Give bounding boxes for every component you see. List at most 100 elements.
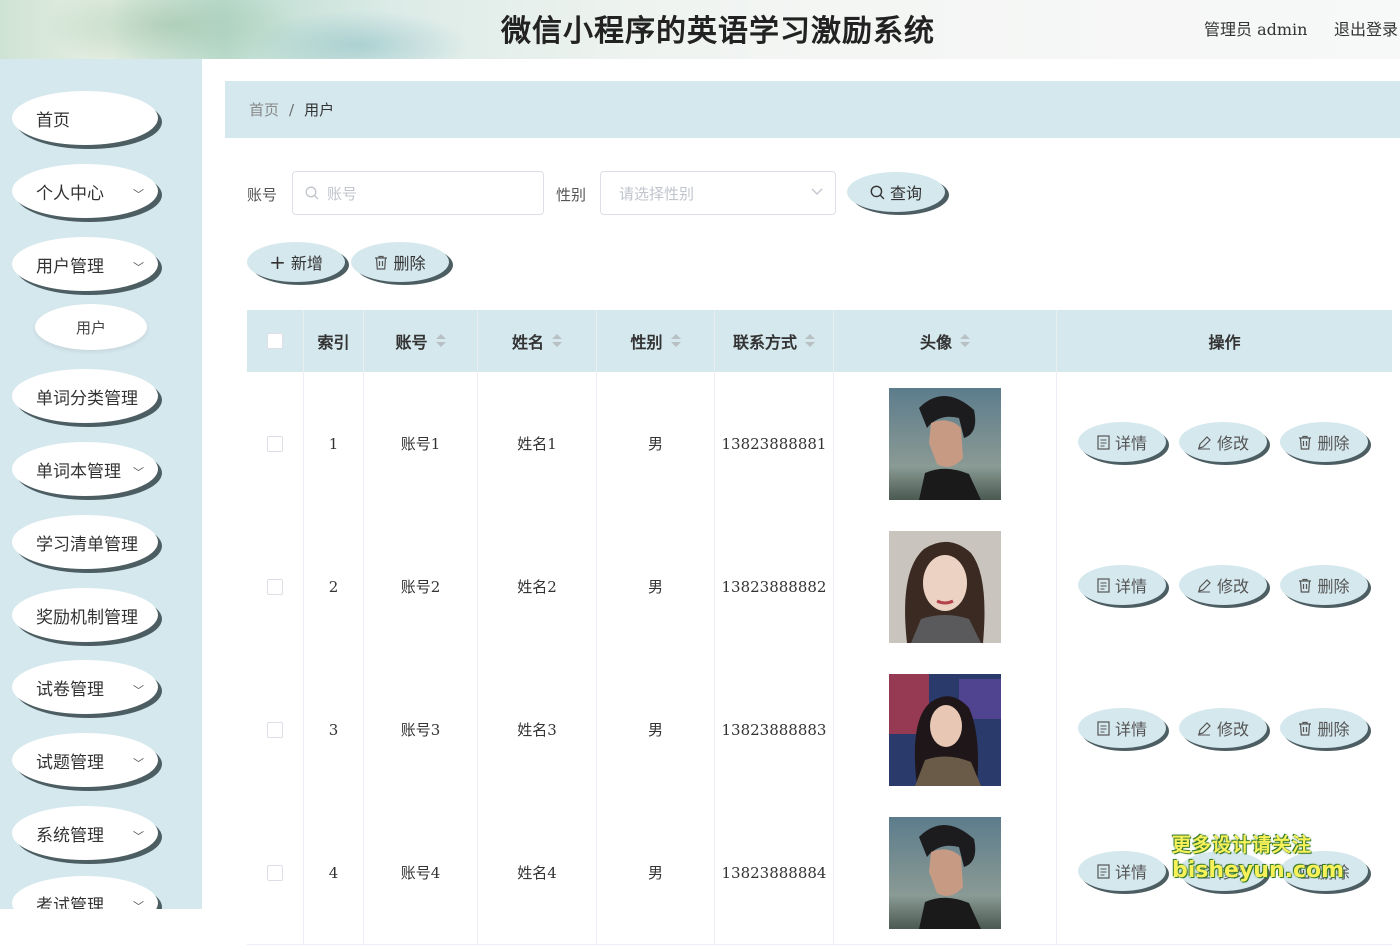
breadcrumb-home[interactable]: 首页 (249, 99, 279, 120)
search-icon (870, 185, 885, 199)
female-avatar[interactable] (889, 530, 1001, 643)
cell-avatar (834, 515, 1057, 658)
page-title: 微信小程序的英语学习激励系统 (501, 14, 935, 49)
add-button[interactable]: + 新增 (247, 242, 345, 282)
detail-button[interactable]: 详情 (1078, 708, 1166, 748)
query-button[interactable]: 查询 (847, 172, 945, 212)
breadcrumb-separator: / (289, 100, 295, 119)
sort-icon[interactable] (805, 334, 815, 348)
delete-button-label: 删除 (1317, 720, 1350, 739)
header-phone[interactable]: 联系方式 (715, 310, 834, 372)
row-checkbox[interactable] (267, 721, 283, 738)
sidebar-subitem-label: 用户 (75, 318, 106, 337)
row-checkbox[interactable] (267, 435, 283, 452)
sidebar-item-paper[interactable]: 试卷管理 ﹀ (12, 660, 158, 714)
chevron-down-icon: ﹀ (133, 900, 144, 909)
trash-icon (375, 255, 388, 270)
trash-icon (1299, 435, 1312, 450)
sidebar-item-exam[interactable]: 考试管理 ﹀ (12, 876, 158, 909)
gender-select-placeholder: 请选择性别 (619, 184, 695, 203)
header-index: 索引 (304, 310, 364, 372)
detail-button-label: 详情 (1114, 863, 1147, 882)
sidebar-subitem-user[interactable]: 用户 (35, 304, 147, 350)
detail-button[interactable]: 详情 (1078, 851, 1166, 891)
male-avatar[interactable] (889, 387, 1001, 500)
delete-button-label: 删除 (1317, 577, 1350, 596)
document-icon (1097, 720, 1110, 736)
document-icon (1097, 577, 1110, 593)
breadcrumb-current: 用户 (304, 101, 335, 119)
cell-operation: 详情 修改 删除 (1057, 515, 1392, 658)
cell-account: 账号2 (364, 515, 478, 658)
account-input[interactable]: 账号 (292, 171, 544, 215)
male-avatar[interactable] (889, 816, 1001, 929)
detail-button-label: 详情 (1114, 577, 1147, 596)
sort-icon[interactable] (960, 334, 970, 348)
sidebar-item-word-category[interactable]: 单词分类管理 (12, 369, 158, 423)
header-name[interactable]: 姓名 (478, 310, 597, 372)
cell-phone: 13823888883 (715, 658, 834, 801)
sidebar-item-user-management[interactable]: 用户管理 ﹀ (12, 237, 158, 291)
cell-gender: 男 (597, 372, 715, 515)
sidebar-item-wordbook[interactable]: 单词本管理 ﹀ (12, 442, 158, 496)
header-avatar[interactable]: 头像 (834, 310, 1057, 372)
sidebar-item-system[interactable]: 系统管理 ﹀ (12, 806, 158, 860)
table-row: 2 账号2 姓名2 男 13823888882 详情 修改 删除 (247, 515, 1392, 659)
edit-button[interactable]: 修改 (1179, 708, 1267, 748)
table-header: 索引 账号 姓名 性别 联系方式 头像 操作 (247, 310, 1392, 372)
cell-gender: 男 (597, 801, 715, 944)
cell-account: 账号1 (364, 372, 478, 515)
edit-button-label: 修改 (1216, 434, 1249, 453)
header-name-label: 姓名 (511, 333, 544, 352)
cell-phone: 13823888881 (715, 372, 834, 515)
edit-button[interactable]: 修改 (1179, 422, 1267, 462)
detail-button[interactable]: 详情 (1078, 422, 1166, 462)
logout-link[interactable]: 退出登录 (1334, 16, 1398, 40)
cell-name: 姓名1 (478, 372, 597, 515)
sidebar-item-question[interactable]: 试题管理 ﹀ (12, 733, 158, 787)
cell-avatar (834, 801, 1057, 944)
edit-button[interactable]: 修改 (1179, 565, 1267, 605)
header-index-label: 索引 (317, 333, 350, 352)
delete-button[interactable]: 删除 (1280, 565, 1368, 605)
sidebar-item-label: 个人中心 (36, 183, 104, 204)
sort-icon[interactable] (435, 334, 446, 348)
sort-icon[interactable] (670, 334, 681, 348)
row-checkbox[interactable] (267, 578, 283, 595)
sidebar-item-profile[interactable]: 个人中心 ﹀ (12, 164, 158, 218)
table-row: 3 账号3 姓名3 男 13823888883 详情 修改 删除 (247, 658, 1392, 802)
chevron-down-icon: ﹀ (133, 830, 144, 843)
delete-button[interactable]: 删除 (1280, 708, 1368, 748)
edit-button-label: 修改 (1216, 720, 1249, 739)
query-button-label: 查询 (889, 184, 922, 203)
female-avatar-night[interactable] (889, 673, 1001, 786)
gender-label: 性别 (556, 186, 587, 204)
row-checkbox[interactable] (267, 864, 283, 881)
sidebar-item-home[interactable]: 首页 (12, 91, 158, 145)
delete-button[interactable]: 删除 (1280, 422, 1368, 462)
chevron-down-icon: ﹀ (133, 261, 144, 274)
trash-icon (1299, 578, 1312, 593)
header-gender[interactable]: 性别 (597, 310, 715, 372)
chevron-down-icon (811, 188, 823, 195)
batch-delete-button[interactable]: 删除 (351, 242, 449, 282)
detail-button[interactable]: 详情 (1078, 565, 1166, 605)
user-label: 管理员 admin (1204, 20, 1308, 39)
header-account[interactable]: 账号 (364, 310, 478, 372)
search-icon (305, 186, 319, 200)
sidebar-item-reward[interactable]: 奖励机制管理 (12, 588, 158, 642)
watermark: 更多设计请关注 bisheyun.com (1172, 832, 1344, 884)
cell-operation: 详情 修改 删除 (1057, 658, 1392, 801)
sidebar-item-study-list[interactable]: 学习清单管理 (12, 515, 158, 569)
cell-index: 1 (304, 372, 364, 515)
sort-icon[interactable] (552, 334, 562, 348)
sidebar-item-label: 试题管理 (36, 752, 104, 773)
select-all-checkbox[interactable] (267, 333, 283, 349)
document-icon (1097, 434, 1110, 450)
gender-select[interactable]: 请选择性别 (600, 171, 836, 215)
cell-phone: 13823888882 (715, 515, 834, 658)
sidebar-item-label: 单词本管理 (36, 461, 121, 482)
add-button-label: 新增 (290, 254, 323, 273)
table-row: 1 账号1 姓名1 男 13823888881 详情 修改 删除 (247, 372, 1392, 516)
cell-name: 姓名3 (478, 658, 597, 801)
